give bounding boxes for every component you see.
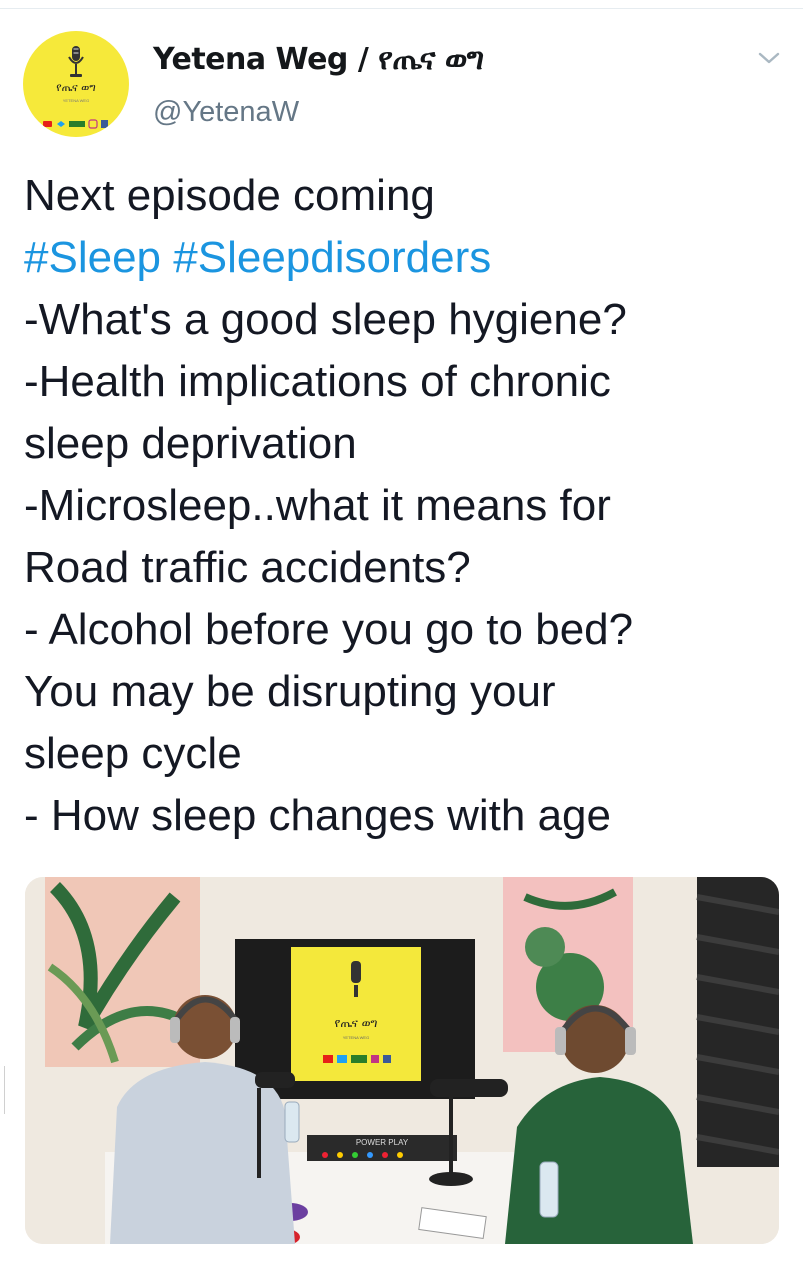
tweet-text-segment: sleep cycle: [24, 729, 242, 778]
tweet-text-segment: You may be disrupting your: [24, 667, 556, 716]
tweet-text-segment: - How sleep changes with age: [24, 791, 611, 840]
tweet-text-segment: -What's a good sleep hygiene?: [24, 295, 627, 344]
tweet-text-segment: Next episode coming: [24, 171, 435, 220]
tweet-text-segment: sleep deprivation: [24, 419, 357, 468]
tweet-text-segment: [161, 233, 173, 282]
screen-logo-subtext: YETENA WEG: [343, 1035, 369, 1040]
tweet-line: Next episode coming: [24, 165, 784, 227]
tweet-line: - How sleep changes with age: [24, 785, 784, 847]
tweet-line: -Health implications of chronic: [24, 351, 784, 413]
tweet-body: Next episode coming #Sleep #Sleepdisorder…: [24, 165, 784, 847]
mixer-label: POWER PLAY: [356, 1138, 409, 1147]
tweet-line: -What's a good sleep hygiene?: [24, 289, 784, 351]
account-names: Yetena Weg / የጤና ወግ @YetenaW: [153, 40, 484, 132]
tweet-line: #Sleep #Sleepdisorders: [24, 227, 784, 289]
display-name[interactable]: Yetena Weg / የጤና ወግ: [153, 40, 484, 80]
hashtag-link[interactable]: #Sleepdisorders: [173, 233, 491, 282]
user-handle[interactable]: @YetenaW: [153, 92, 484, 132]
tweet-text-segment: Road traffic accidents?: [24, 543, 471, 592]
tweet-line: sleep cycle: [24, 723, 784, 785]
tweet-line: - Alcohol before you go to bed?: [24, 599, 784, 661]
tweet-line: Road traffic accidents?: [24, 537, 784, 599]
tweet-photo[interactable]: የጤና ወግ YETENA WEG POWER PLAY: [25, 877, 779, 1244]
window-edge: [0, 1066, 5, 1114]
hashtag-link[interactable]: #Sleep: [24, 233, 161, 282]
tweet-text-segment: -Health implications of chronic: [24, 357, 611, 406]
tweet-text-segment: -Microsleep..what it means for: [24, 481, 611, 530]
profile-avatar[interactable]: የጤና ወግ YETENA WEG: [23, 31, 129, 137]
tweet-text-segment: - Alcohol before you go to bed?: [24, 605, 634, 654]
top-divider: [0, 8, 803, 9]
tweet-line: -Microsleep..what it means for: [24, 475, 784, 537]
tweet-line: sleep deprivation: [24, 413, 784, 475]
screen-logo-text: የጤና ወግ: [335, 1016, 378, 1030]
avatar-brand-text: የጤና ወግ: [56, 81, 96, 94]
chevron-down-icon[interactable]: [757, 50, 781, 66]
microphone-icon: [68, 46, 84, 77]
avatar-brand-subtext: YETENA WEG: [62, 98, 90, 103]
social-icons: [43, 119, 108, 129]
tweet-line: You may be disrupting your: [24, 661, 784, 723]
